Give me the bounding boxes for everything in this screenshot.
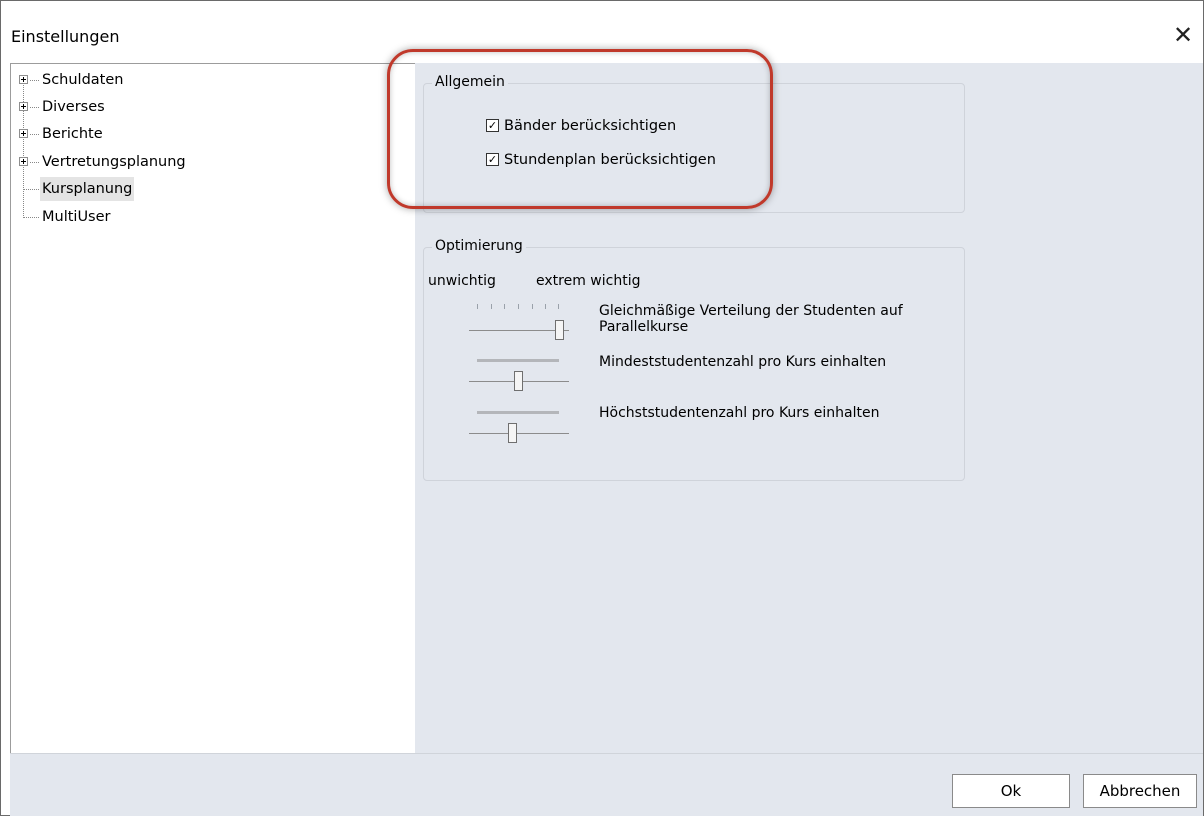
tree-item-label: Schuldaten [42,72,124,88]
slider-thumb[interactable] [514,371,523,391]
scale-high-label: extrem wichtig [536,273,641,289]
ok-button[interactable]: Ok [952,774,1070,808]
tree-item-label: Kursplanung [40,177,135,201]
expand-icon[interactable] [19,129,28,138]
expand-icon[interactable] [19,102,28,111]
checkbox-label: Bänder berücksichtigen [504,118,677,134]
settings-tree: Schuldaten Diverses Berichte Vertretungs… [10,63,416,754]
expand-icon[interactable] [19,157,28,166]
slider-track [469,330,569,331]
slider-label: Höchststudentenzahl pro Kurs einhalten [599,405,880,421]
slider-thumb[interactable] [508,423,518,443]
settings-dialog: Einstellungen ✕ Schuldaten Diverses Beri… [0,0,1204,816]
settings-content: Allgemein ✓ Bänder berücksichtigen ✓ Stu… [415,63,1203,753]
dialog-title: Einstellungen [11,27,120,46]
slider-thumb[interactable] [555,320,564,340]
scale-low-label: unwichtig [428,273,496,289]
dialog-footer: Ok Abbrechen [10,753,1203,816]
group-allgemein: Allgemein ✓ Bänder berücksichtigen ✓ Stu… [423,74,965,213]
expand-icon[interactable] [19,75,28,84]
slider-label: Mindeststudentenzahl pro Kurs einhalten [599,354,887,370]
tree-connector [23,80,24,218]
tree-item-label: MultiUser [42,209,111,225]
slider-mindeststudentenzahl[interactable] [469,355,569,399]
slider-verteilung[interactable] [469,304,569,348]
slider-channel [477,411,559,414]
slider-hoechststudentenzahl[interactable] [469,407,569,451]
tree-item-label: Vertretungsplanung [42,154,186,170]
checkbox-checked-icon[interactable]: ✓ [486,153,499,166]
tree-item-label: Berichte [42,126,103,142]
cancel-button[interactable]: Abbrechen [1083,774,1197,808]
slider-track [469,433,569,434]
close-icon[interactable]: ✕ [1169,21,1197,49]
checkbox-checked-icon[interactable]: ✓ [486,119,499,132]
title-bar: Einstellungen ✕ [1,1,1203,63]
group-title: Optimierung [432,238,526,254]
group-optimierung: Optimierung unwichtig extrem wichtig Gle… [423,238,965,481]
checkbox-label: Stundenplan berücksichtigen [504,152,716,168]
slider-label: Gleichmäßige Verteilung der Studenten au… [599,303,903,335]
group-title: Allgemein [432,74,508,90]
tree-item-label: Diverses [42,99,105,115]
slider-ticks [477,304,559,310]
slider-channel [477,359,559,362]
